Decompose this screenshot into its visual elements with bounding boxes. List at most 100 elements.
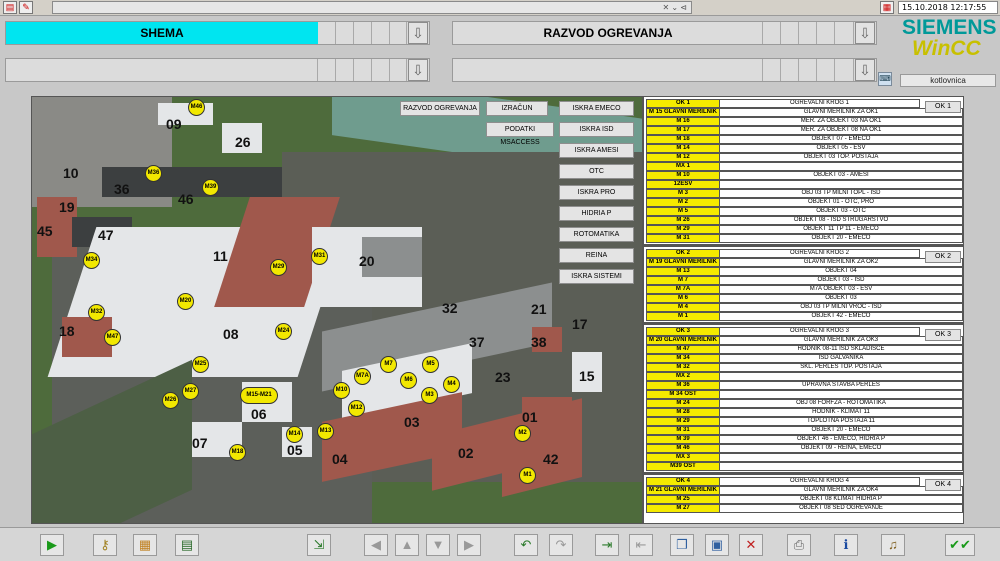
nav-slot[interactable] [453, 59, 763, 81]
arrow-up-icon[interactable]: ▲ [395, 534, 419, 556]
delete-icon[interactable]: ✕ [739, 534, 763, 556]
redo-icon[interactable]: ↷ [549, 534, 573, 556]
meter-code[interactable]: OK 1 [646, 99, 720, 108]
nav-slot[interactable] [354, 59, 372, 81]
down-arrow-icon[interactable]: ⇩ [855, 59, 875, 81]
arrow-down-icon[interactable]: ▼ [426, 534, 450, 556]
sound-icon[interactable]: ♫ [881, 534, 905, 556]
meter-marker[interactable]: M47 [104, 329, 121, 346]
meter-code[interactable]: M 7 [646, 276, 720, 285]
arrow-left-icon[interactable]: ◀ [364, 534, 388, 556]
meter-code[interactable]: M 13 [646, 267, 720, 276]
folder-grid-icon[interactable]: ▦ [133, 534, 157, 556]
circuit-button[interactable]: OK 4 [925, 479, 961, 491]
meter-code[interactable]: OK 2 [646, 249, 720, 258]
nav-tab-shema[interactable]: SHEMA [6, 22, 318, 44]
meter-marker[interactable]: M46 [188, 99, 205, 116]
meter-marker[interactable]: M4 [443, 376, 460, 393]
nav-slot[interactable] [336, 59, 354, 81]
meter-code[interactable]: M 47 [646, 345, 720, 354]
down-arrow-icon[interactable]: ⇩ [408, 22, 428, 44]
meter-code[interactable]: M 1 [646, 312, 720, 321]
meter-code[interactable]: M 6 [646, 294, 720, 303]
nav-slot[interactable] [817, 59, 835, 81]
meter-code[interactable]: M 20 GLAVNI MERILNIK [646, 336, 720, 345]
nav-slot[interactable] [781, 22, 799, 44]
meter-marker[interactable]: M18 [229, 444, 246, 461]
meter-code[interactable]: M 2 [646, 198, 720, 207]
nav-slot[interactable] [390, 59, 407, 81]
meter-marker[interactable]: M31 [311, 248, 328, 265]
meter-marker[interactable]: M2 [514, 425, 531, 442]
meter-code[interactable]: M 34 OST [646, 390, 720, 399]
meter-code[interactable]: MX 3 [646, 453, 720, 462]
btn-reina[interactable]: REINA [559, 248, 634, 263]
meter-code[interactable]: M 46 [646, 444, 720, 453]
meter-marker[interactable]: M25 [192, 356, 209, 373]
meter-marker[interactable]: M7 [380, 356, 397, 373]
meter-code[interactable]: M 12 [646, 153, 720, 162]
meter-code[interactable]: M 21 GLAVNI MERILNIK [646, 486, 720, 495]
import-icon[interactable]: ⇲ [307, 534, 331, 556]
info-icon[interactable]: ℹ [834, 534, 858, 556]
login-icon[interactable]: ⇥ [595, 534, 619, 556]
meter-code[interactable]: M 29 [646, 417, 720, 426]
btn-iskra-amesi[interactable]: ISKRA AMESI [559, 143, 634, 158]
meter-marker[interactable]: M32 [88, 304, 105, 321]
meter-code[interactable]: M39 OST [646, 462, 720, 471]
arrow-right-icon[interactable]: ▶ [457, 534, 481, 556]
meter-marker[interactable]: M3 [421, 387, 438, 404]
meter-marker[interactable]: M15-M21 [240, 387, 278, 404]
meter-code[interactable]: MX 2 [646, 372, 720, 381]
meter-marker[interactable]: M1 [519, 467, 536, 484]
undo-icon[interactable]: ↶ [514, 534, 538, 556]
nav-tab-razvod[interactable]: RAZVOD OGREVANJA [453, 22, 763, 44]
nav-slot[interactable] [781, 59, 799, 81]
meter-marker[interactable]: M5 [422, 356, 439, 373]
btn-iskra-sistemi[interactable]: ISKRA SISTEMI [559, 269, 634, 284]
meter-marker[interactable]: M36 [145, 165, 162, 182]
nav-slot[interactable] [6, 59, 318, 81]
down-arrow-icon[interactable]: ⇩ [855, 22, 875, 44]
meter-code[interactable]: M 17 [646, 126, 720, 135]
meter-code[interactable]: M 15 GLAVNI MERILNIK [646, 108, 720, 117]
meter-code[interactable]: M 3 [646, 189, 720, 198]
nav-slot[interactable] [318, 22, 336, 44]
meter-marker[interactable]: M10 [333, 382, 350, 399]
meter-code[interactable]: 12ESV [646, 180, 720, 189]
circuit-button[interactable]: OK 3 [925, 329, 961, 341]
meter-code[interactable]: M 36 [646, 381, 720, 390]
meter-marker[interactable]: M14 [286, 426, 303, 443]
meter-marker[interactable]: M26 [162, 392, 179, 409]
logout-icon[interactable]: ⇤ [629, 534, 653, 556]
btn-iskra-isd[interactable]: ISKRA ISD [559, 122, 634, 137]
nav-slot[interactable] [763, 59, 781, 81]
meter-code[interactable]: M 34 [646, 354, 720, 363]
btn-rotomatika[interactable]: ROTOMATIKA [559, 227, 634, 242]
meter-marker[interactable]: M12 [348, 400, 365, 417]
meter-code[interactable]: M 14 [646, 144, 720, 153]
calendar-icon[interactable]: ▦ [880, 1, 894, 14]
print-icon[interactable]: ⎙ [787, 534, 811, 556]
meter-code[interactable]: M 24 [646, 399, 720, 408]
keyboard-icon[interactable]: ⌨ [878, 72, 892, 86]
meter-marker[interactable]: M29 [270, 259, 287, 276]
circuit-button[interactable]: OK 2 [925, 251, 961, 263]
meter-marker[interactable]: M7A [354, 368, 371, 385]
confirm-icon[interactable]: ✔✔ [945, 534, 975, 556]
meter-code[interactable]: M 28 [646, 408, 720, 417]
edit-icon[interactable]: ✎ [19, 1, 33, 14]
btn-podatki-msaccess[interactable]: PODATKI MSACCESS [486, 122, 554, 146]
nav-slot[interactable] [799, 22, 817, 44]
report-icon[interactable]: ▤ [175, 534, 199, 556]
meter-code[interactable]: M 25 [646, 495, 720, 504]
nav-slot[interactable] [817, 22, 835, 44]
alarm-line[interactable]: ✕ ⌄ ⊲ [52, 1, 692, 14]
meter-marker[interactable]: M27 [182, 383, 199, 400]
btn-razvod-ogrevanja[interactable]: RAZVOD OGREVANJA [400, 101, 480, 116]
meter-marker[interactable]: M13 [317, 423, 334, 440]
meter-marker[interactable]: M24 [275, 323, 292, 340]
meter-code[interactable]: M 19 GLAVNI MERILNIK [646, 258, 720, 267]
nav-slot[interactable] [799, 59, 817, 81]
meter-code[interactable]: M 7A [646, 285, 720, 294]
